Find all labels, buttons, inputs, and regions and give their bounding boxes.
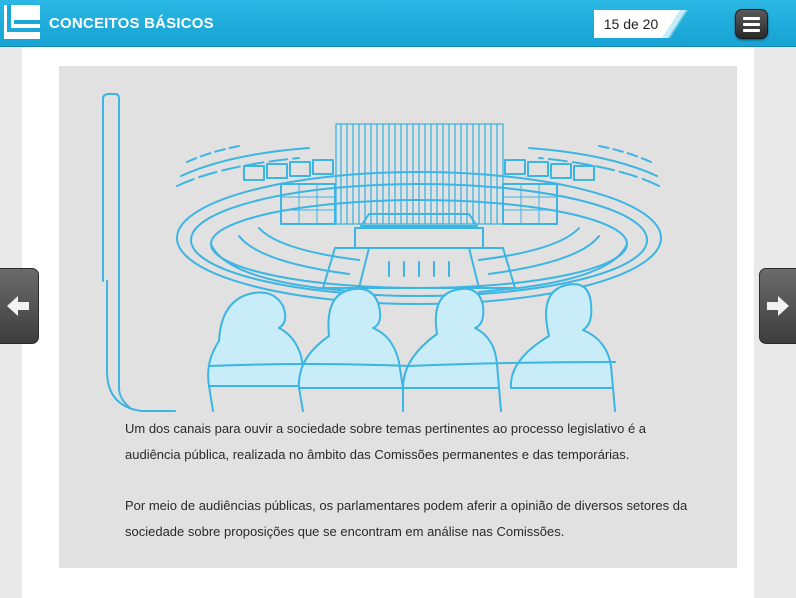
course-logo-icon (4, 5, 40, 39)
plenary-hearing-illustration (102, 93, 662, 412)
next-page-button[interactable] (759, 268, 796, 344)
header-bar: CONCEITOS BÁSICOS 15 de 20 (0, 0, 796, 47)
arrow-right-icon (767, 296, 789, 316)
arrow-left-icon (7, 296, 29, 316)
page-counter: 15 de 20 (603, 16, 659, 32)
menu-button[interactable] (735, 9, 768, 39)
previous-page-button[interactable] (0, 268, 39, 344)
paragraph-2: Por meio de audiências públicas, os parl… (125, 498, 688, 539)
paragraph-1: Um dos canais para ouvir a sociedade sob… (125, 421, 647, 462)
hamburger-menu-icon (743, 17, 760, 20)
content-panel: Um dos canais para ouvir a sociedade sob… (59, 66, 737, 568)
page-title: CONCEITOS BÁSICOS (49, 15, 214, 32)
page-indicator: 15 de 20 (594, 10, 688, 38)
